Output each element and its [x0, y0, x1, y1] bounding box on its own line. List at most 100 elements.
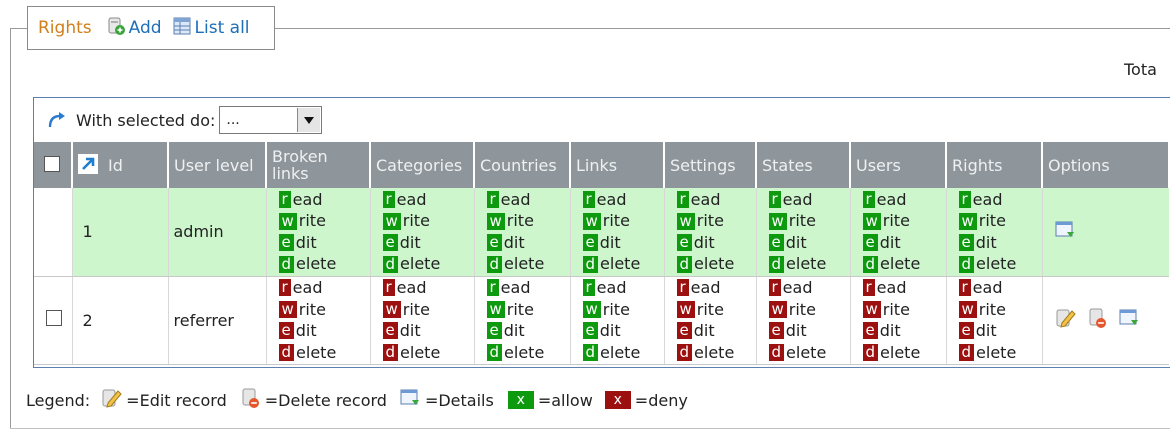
delete-label: elete	[504, 254, 545, 274]
table-header-row: Id User level Broken links Categories Co…	[34, 142, 1170, 188]
edit-label: dit	[295, 321, 317, 340]
permission-cell-categories: r ead w rite e dit d elete	[370, 188, 475, 277]
permission-read: r ead	[486, 189, 570, 211]
row-select-checkbox[interactable]	[46, 310, 62, 326]
permission-cell-users: r ead w rite e dit d elete	[850, 188, 947, 277]
read-allow-badge: r	[278, 191, 291, 208]
permission-edit: e dit	[862, 232, 946, 254]
details-icon[interactable]	[1054, 219, 1076, 245]
column-header-settings[interactable]: Settings	[664, 142, 757, 188]
write-deny-badge: w	[768, 300, 787, 318]
column-header-states[interactable]: States	[756, 142, 851, 188]
column-header-user-level[interactable]: User level	[168, 142, 267, 188]
write-label: rite	[882, 211, 910, 231]
id-cell: 2	[72, 276, 169, 365]
permission-delete: d elete	[676, 342, 756, 364]
list-all-link[interactable]: List all	[172, 16, 250, 41]
permission-edit: e dit	[958, 232, 1042, 254]
delete-deny-badge: d	[768, 343, 785, 361]
permission-delete: d elete	[862, 253, 946, 275]
column-header-users[interactable]: Users	[850, 142, 947, 188]
permission-cell-rights: r ead w rite e dit d elete	[946, 276, 1043, 365]
read-allow-badge: r	[958, 191, 971, 208]
delete-label: elete	[786, 254, 827, 274]
permission-write: w rite	[676, 299, 756, 321]
add-link[interactable]: Add	[106, 16, 162, 41]
permission-cell-settings: r ead w rite e dit d elete	[664, 188, 757, 277]
delete-deny-badge: d	[278, 343, 295, 361]
details-icon	[399, 387, 421, 413]
options-cell	[1042, 188, 1169, 277]
read-deny-badge: r	[862, 279, 875, 297]
edit-label: dit	[975, 321, 997, 340]
edit-allow-badge: e	[582, 322, 598, 340]
dropdown-arrow-icon[interactable]	[297, 108, 321, 132]
select-all-header	[34, 142, 73, 188]
delete-icon	[239, 387, 261, 413]
read-label: ead	[500, 189, 531, 209]
permission-write: w rite	[676, 210, 756, 232]
legend-delete: =Delete record	[264, 390, 387, 410]
delete-deny-badge: d	[676, 343, 693, 361]
delete-allow-badge: d	[278, 255, 295, 273]
edit-label: dit	[503, 232, 525, 252]
details-icon[interactable]	[1118, 307, 1140, 333]
select-all-checkbox[interactable]	[44, 155, 60, 172]
delete-allow-badge: d	[382, 255, 399, 273]
permission-delete: d elete	[958, 253, 1042, 275]
bulk-action-select[interactable]: ...	[219, 106, 323, 134]
permission-edit: e dit	[382, 320, 474, 342]
delete-allow-badge: d	[958, 255, 975, 273]
column-header-categories[interactable]: Categories	[370, 142, 475, 188]
delete-label: elete	[786, 342, 827, 362]
delete-label: elete	[694, 342, 735, 362]
permission-read: r ead	[278, 277, 370, 299]
read-allow-badge: r	[486, 279, 499, 297]
column-header-broken-links[interactable]: Broken links	[266, 142, 371, 188]
permission-cell-settings: r ead w rite e dit d elete	[664, 276, 757, 365]
permission-write: w rite	[862, 210, 946, 232]
curved-arrow-icon	[46, 111, 66, 129]
read-label: ead	[782, 189, 813, 209]
allow-swatch: x	[507, 391, 534, 409]
column-header-rights[interactable]: Rights	[946, 142, 1043, 188]
write-allow-badge: w	[486, 300, 505, 318]
column-header-id[interactable]: Id	[72, 142, 169, 188]
read-label: ead	[690, 189, 721, 209]
bulk-action-value: ...	[226, 112, 240, 128]
delete-label: elete	[600, 342, 641, 362]
read-deny-badge: r	[676, 279, 689, 297]
read-deny-badge: r	[768, 279, 781, 297]
permission-cell-categories: r ead w rite e dit d elete	[370, 276, 475, 365]
write-label: rite	[506, 299, 534, 319]
legend-deny: =deny	[634, 390, 688, 410]
read-allow-badge: r	[582, 191, 595, 208]
permission-cell-broken-links: r ead w rite e dit d elete	[266, 188, 371, 277]
edit-icon	[100, 387, 122, 413]
add-record-icon	[106, 16, 126, 41]
edit-label: dit	[975, 232, 997, 252]
write-label: rite	[298, 299, 326, 319]
edit-allow-badge: e	[278, 234, 294, 251]
permission-write: w rite	[278, 210, 370, 232]
permission-write: w rite	[958, 210, 1042, 232]
write-allow-badge: w	[486, 212, 505, 230]
id-cell: 1	[72, 188, 169, 277]
write-label: rite	[602, 211, 630, 231]
delete-label: elete	[296, 342, 337, 362]
column-header-links[interactable]: Links	[570, 142, 665, 188]
permission-read: r ead	[958, 189, 1042, 211]
write-label: rite	[978, 299, 1006, 319]
permission-cell-states: r ead w rite e dit d elete	[756, 276, 851, 365]
permission-read: r ead	[862, 277, 946, 299]
edit-label: dit	[503, 321, 525, 340]
sort-arrow-icon[interactable]	[78, 153, 98, 177]
edit-icon[interactable]	[1054, 307, 1076, 333]
column-header-countries[interactable]: Countries	[474, 142, 571, 188]
edit-allow-badge: e	[582, 234, 598, 251]
legend-prefix: Legend:	[26, 390, 91, 410]
row-select-cell	[34, 276, 73, 365]
permission-edit: e dit	[582, 320, 664, 342]
delete-icon[interactable]	[1086, 307, 1108, 333]
permission-edit: e dit	[676, 232, 756, 254]
